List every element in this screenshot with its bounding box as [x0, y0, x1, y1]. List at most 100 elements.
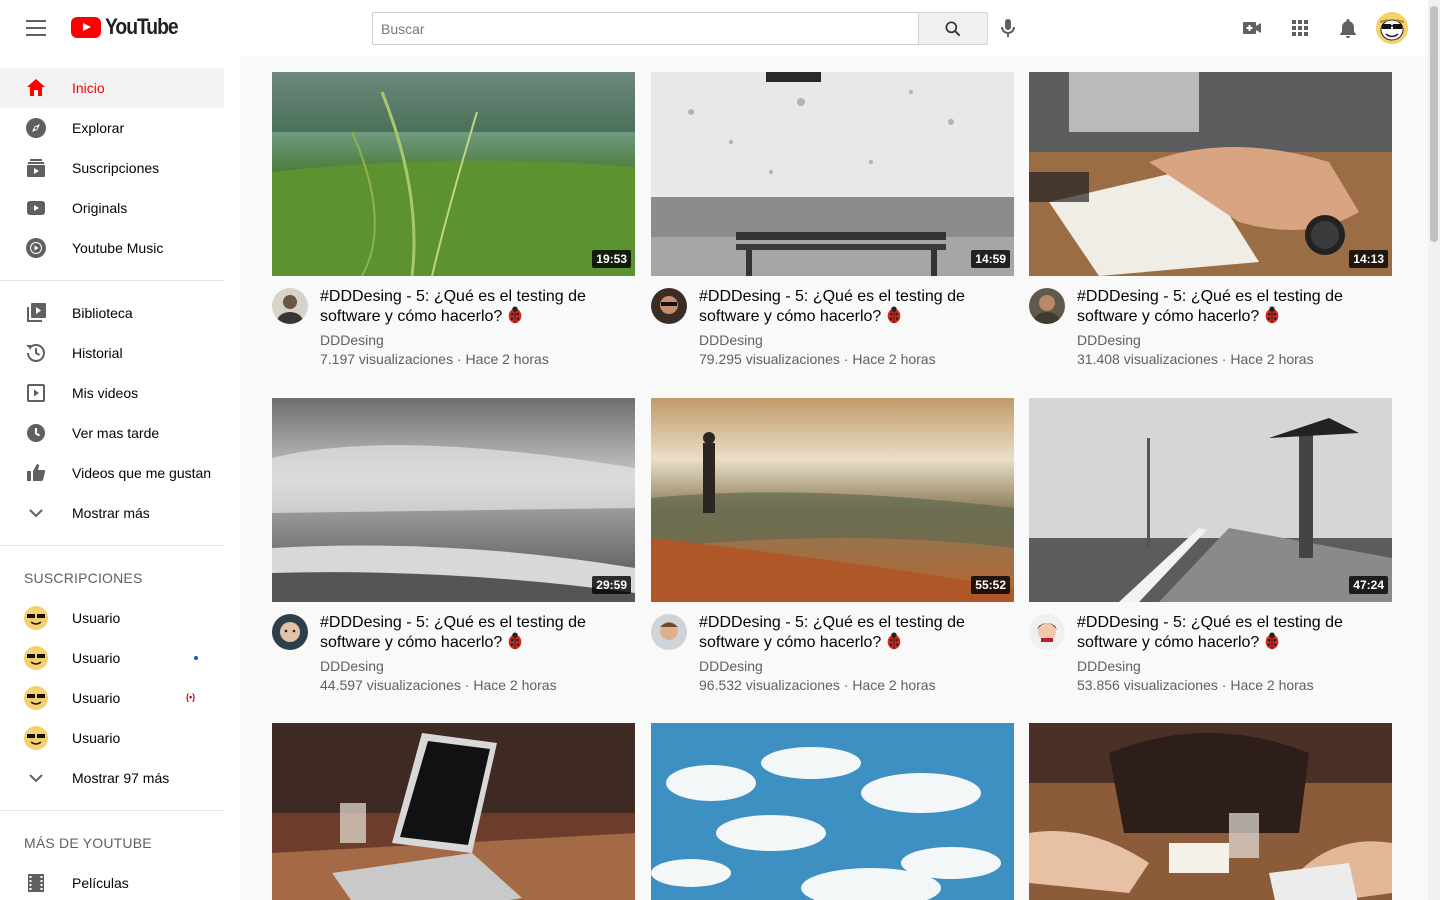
sidebar-subscription-item[interactable]: Usuario	[0, 638, 224, 678]
channel-avatar[interactable]	[651, 288, 687, 324]
sidebar-item-peliculas[interactable]: Películas	[0, 863, 224, 900]
ladybug-icon	[888, 306, 901, 324]
page-scrollbar[interactable]	[1428, 0, 1440, 900]
video-duration: 47:24	[1349, 576, 1388, 594]
video-stats: 31.408 visualizaciones · Hace 2 horas	[1077, 351, 1314, 367]
video-thumbnail[interactable]: 14:59	[651, 72, 1014, 276]
person-avatar-icon	[1029, 288, 1065, 324]
video-card[interactable]: 19:53 #DDDesing - 5: ¿Qué es el testing …	[272, 72, 635, 386]
video-thumbnail[interactable]: 19:53	[272, 72, 635, 276]
video-thumbnail[interactable]	[1029, 723, 1392, 900]
voice-search-button[interactable]	[996, 16, 1020, 40]
video-thumbnail[interactable]: 55:52	[651, 398, 1014, 602]
sidebar-item-inicio[interactable]: Inicio	[0, 68, 224, 108]
video-title[interactable]: #DDDesing - 5: ¿Qué es el testing de sof…	[699, 614, 999, 652]
sidebar-item-biblioteca[interactable]: Biblioteca	[0, 293, 224, 333]
channel-name[interactable]: DDDesing	[1077, 332, 1141, 348]
live-broadcast-icon: (•)	[186, 692, 196, 702]
video-thumbnail[interactable]: 14:13	[1029, 72, 1392, 276]
channel-name[interactable]: DDDesing	[699, 658, 763, 674]
channel-avatar[interactable]	[1029, 614, 1065, 650]
view-count: 96.532 visualizaciones	[699, 677, 840, 693]
sidebar-item-show-more-subscriptions[interactable]: Mostrar 97 más	[0, 758, 224, 798]
sidebar-item-historial[interactable]: Historial	[0, 333, 224, 373]
video-card[interactable]: 14:13 #DDDesing - 5: ¿Qué es el testing …	[1029, 72, 1392, 386]
library-icon	[24, 301, 48, 325]
home-icon	[24, 76, 48, 100]
view-count: 7.197 visualizaciones	[320, 351, 454, 367]
create-video-button[interactable]	[1240, 16, 1264, 40]
upload-age: Hace 2 horas	[1230, 677, 1314, 693]
channel-avatar[interactable]	[272, 614, 308, 650]
sidebar-item-explorar[interactable]: Explorar	[0, 108, 224, 148]
channel-avatar[interactable]	[272, 288, 308, 324]
video-thumbnail[interactable]	[272, 723, 635, 900]
watch-later-icon	[24, 421, 48, 445]
sidebar-item-videos-que-me-gustan[interactable]: Videos que me gustan	[0, 453, 224, 493]
microphone-icon	[1001, 19, 1015, 37]
sidebar-item-label: Mostrar 97 más	[72, 770, 170, 786]
sidebar-subscription-item[interactable]: Usuario	[0, 718, 224, 758]
notifications-button[interactable]	[1336, 16, 1360, 40]
sidebar-item-ver-mas-tarde[interactable]: Ver mas tarde	[0, 413, 224, 453]
video-duration: 14:59	[971, 250, 1010, 268]
video-title-text: #DDDesing - 5: ¿Qué es el testing de sof…	[1077, 288, 1343, 325]
writing-notebook-thumbnail-image	[1029, 72, 1392, 276]
sidebar-item-suscripciones[interactable]: Suscripciones	[0, 148, 224, 188]
apps-button[interactable]	[1288, 16, 1312, 40]
video-title[interactable]: #DDDesing - 5: ¿Qué es el testing de sof…	[699, 288, 999, 326]
video-card[interactable]	[651, 723, 1014, 900]
sidebar-item-label: Videos que me gustan	[72, 465, 212, 481]
sidebar-item-originals[interactable]: Originals	[0, 188, 224, 228]
video-card[interactable]: 55:52 #DDDesing - 5: ¿Qué es el testing …	[651, 398, 1014, 712]
sidebar-item-label: Originals	[72, 200, 128, 216]
channel-avatar-icon	[24, 646, 48, 670]
video-duration: 19:53	[592, 250, 631, 268]
video-title[interactable]: #DDDesing - 5: ¿Qué es el testing de sof…	[320, 614, 620, 652]
video-thumbnail[interactable]: 47:24	[1029, 398, 1392, 602]
video-title[interactable]: #DDDesing - 5: ¿Qué es el testing de sof…	[1077, 614, 1377, 652]
video-card[interactable]	[272, 723, 635, 900]
search-input[interactable]	[381, 20, 911, 37]
video-thumbnail[interactable]: 29:59	[272, 398, 635, 602]
meeting-table-thumbnail-image	[1029, 723, 1392, 900]
sidebar-item-label: Mis videos	[72, 385, 139, 401]
menu-icon[interactable]	[24, 16, 48, 40]
video-card[interactable]: 14:59 #DDDesing - 5: ¿Qué es el testing …	[651, 72, 1014, 386]
search-button[interactable]	[918, 12, 988, 45]
account-avatar[interactable]	[1376, 12, 1408, 44]
sidebar-item-mis-videos[interactable]: Mis videos	[0, 373, 224, 413]
video-stats: 96.532 visualizaciones · Hace 2 horas	[699, 677, 936, 693]
subscriptions-heading: SUSCRIPCIONES	[24, 570, 143, 586]
video-duration: 14:13	[1349, 250, 1388, 268]
channel-name[interactable]: DDDesing	[320, 332, 384, 348]
video-title[interactable]: #DDDesing - 5: ¿Qué es el testing de sof…	[1077, 288, 1377, 326]
sidebar-subscription-item[interactable]: Usuario (•)	[0, 678, 224, 718]
video-card[interactable]: 47:24 #DDDesing - 5: ¿Qué es el testing …	[1029, 398, 1392, 712]
video-camera-plus-icon	[1243, 22, 1261, 34]
sidebar-item-mostrar-mas[interactable]: Mostrar más	[0, 493, 224, 533]
video-card[interactable]	[1029, 723, 1392, 900]
logo-text: YouTube	[105, 14, 179, 39]
channel-name[interactable]: DDDesing	[1077, 658, 1141, 674]
channel-avatar[interactable]	[1029, 288, 1065, 324]
apps-grid-icon	[1292, 20, 1308, 36]
scrollbar-thumb[interactable]	[1430, 6, 1438, 242]
youtube-logo[interactable]: YouTube	[71, 14, 187, 40]
channel-avatar[interactable]	[651, 614, 687, 650]
video-thumbnail[interactable]	[651, 723, 1014, 900]
sidebar: Inicio Explorar Suscripciones Originals …	[0, 56, 240, 900]
video-card[interactable]: 29:59 #DDDesing - 5: ¿Qué es el testing …	[272, 398, 635, 712]
video-meta: #DDDesing - 5: ¿Qué es el testing de sof…	[1029, 276, 1392, 386]
channel-name[interactable]: DDDesing	[699, 332, 763, 348]
sidebar-item-youtube-music[interactable]: Youtube Music	[0, 228, 224, 268]
video-title[interactable]: #DDDesing - 5: ¿Qué es el testing de sof…	[320, 288, 620, 326]
channel-name[interactable]: DDDesing	[320, 658, 384, 674]
sidebar-subscription-item[interactable]: Usuario	[0, 598, 224, 638]
person-avatar-icon	[651, 614, 687, 650]
video-duration: 29:59	[592, 576, 631, 594]
ladybug-icon	[888, 632, 901, 650]
video-stats: 44.597 visualizaciones · Hace 2 horas	[320, 677, 557, 693]
channel-avatar-icon	[24, 606, 48, 630]
originals-icon	[24, 196, 48, 220]
